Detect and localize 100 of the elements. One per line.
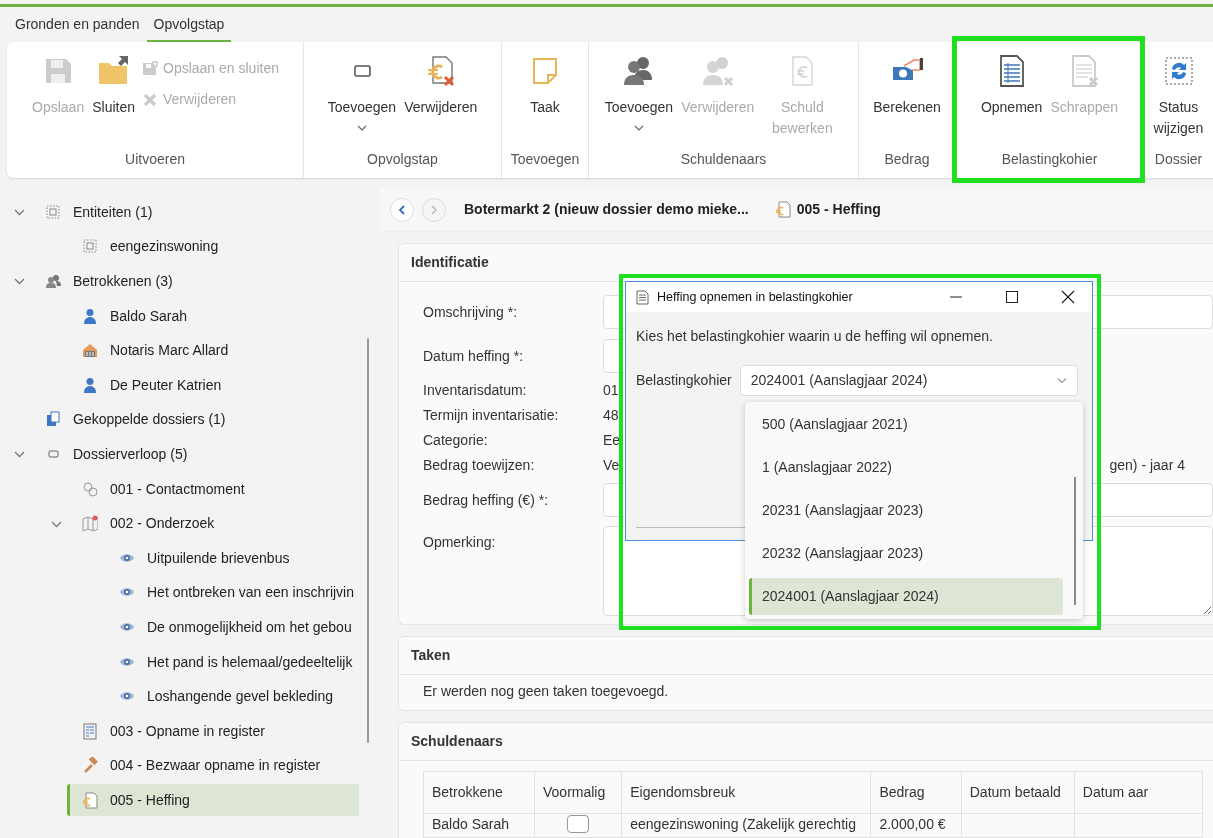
group-label: Bedrag [883,150,931,169]
chevron-icon [1056,377,1067,384]
ribbon-tab[interactable]: Gronden en panden [8,7,147,42]
document-icon [82,722,98,740]
ribbon-button[interactable]: Berekenen [870,50,944,122]
tree-item[interactable]: Betrokkenen (3) [30,265,322,298]
chevron-icon [356,124,367,132]
empty-message: Er werden nog geen taken toegevoegd. [422,682,670,701]
tree-item[interactable]: Gekoppelde dossiers (1) [30,403,322,436]
field-label: Bedrag heffing (€) *: [423,490,550,510]
entity-icon [82,238,98,256]
map-icon [82,515,98,533]
building-icon [82,342,98,360]
person-icon [82,376,98,394]
chevron-icon [633,124,644,132]
breadcrumb-item[interactable]: 005 - Heffing [796,199,881,220]
group-label: Opvolgstap [366,150,439,169]
tree-item[interactable]: Uitpuilende brievenbus [104,542,359,575]
field-value: 48 [603,406,619,425]
tree-item[interactable]: 003 - Opname in register [67,715,359,748]
dropdown-option[interactable]: 2024001 (Aanslagjaar 2024) [749,578,1063,615]
table-cell: 2.000,00 € [870,813,962,838]
chevron-icon[interactable] [13,277,25,286]
field-value: Ee [603,431,621,450]
document-icon [636,289,649,305]
close-icon [1061,290,1075,304]
group-label: Belastingkohier [1000,150,1099,169]
documents-icon [45,411,61,429]
column-header[interactable]: Datum aar [1074,771,1203,814]
entity-icon [45,203,61,221]
chevron-icon[interactable] [13,450,25,459]
dropdown-option[interactable]: 500 (Aanslagjaar 2021) [749,406,1063,443]
section-title: Taken [399,637,1213,675]
tree-item[interactable]: 004 - Bezwaar opname in register [67,749,359,782]
hammer-icon [82,757,98,775]
field-label: Belastingkohier [636,371,732,390]
cross-icon [142,91,158,108]
scrollbar[interactable] [1074,477,1076,605]
select-field[interactable]: 2024001 (Aanslagjaar 2024) [739,365,1078,396]
field-label: Datum heffing *: [423,346,525,366]
tree-item[interactable]: Baldo Sarah [67,300,359,333]
breadcrumb-item[interactable]: Botermarkt 2 (nieuw dossier demo mieke... [464,199,749,220]
tree-item[interactable]: Het ontbreken van een inschrijvin [104,576,359,609]
field-label: Bedrag toewijzen: [423,456,536,475]
ribbon-button[interactable]: Toevoegen [601,50,677,136]
column-header[interactable]: Datum betaald [961,771,1075,814]
scrollbar[interactable] [367,338,369,743]
tree-item[interactable]: Notaris Marc Allard [67,334,359,367]
column-header[interactable]: Bedrag [870,771,962,814]
ribbon-button[interactable]: Sluiten [89,50,138,122]
tree-item[interactable]: eengezinswoning [67,230,359,263]
ribbon-button[interactable]: Toevoegen [324,50,400,136]
dropdown-option[interactable]: 20232 (Aanslagjaar 2023) [749,535,1063,572]
back-icon [398,204,406,215]
ribbon-button[interactable]: Status wijzigen [1148,50,1209,143]
field-value: 01 [603,381,619,400]
field-value: Ve [603,456,620,475]
chevron-icon[interactable] [50,519,62,528]
person-icon [82,307,98,325]
tree-item[interactable]: De onmogelijkheid om het gebou [104,611,359,644]
checkbox[interactable] [567,815,590,833]
field-label: Omschrijving *: [423,302,519,322]
save-icon [142,60,158,77]
tree-item[interactable]: Entiteiten (1) [30,196,322,229]
back-button[interactable] [390,197,414,222]
euro-document-icon [774,201,791,218]
dialog-title: Heffing opnemen in belastingkohier [657,288,854,306]
field-label: Opmerking: [423,533,497,552]
tree-item[interactable]: 001 - Contactmoment [67,473,359,506]
tree-item[interactable]: Loshangende gevel bekleding [104,680,359,713]
field-label: Termijn inventarisatie: [423,406,560,425]
tree-item[interactable]: De Peuter Katrien [67,369,359,402]
column-header[interactable]: Voormalig [534,771,622,814]
people-icon [45,273,61,290]
tree-item[interactable]: 005 - Heffing [67,784,359,817]
chat-icon [82,480,98,498]
dropdown-option[interactable]: 1 (Aanslagjaar 2022) [749,449,1063,486]
euro-document-icon [82,791,98,809]
field-label: Inventarisdatum: [423,381,528,400]
field-value: gen) - jaar 4 [1109,456,1185,475]
tree-item[interactable]: Dossierverloop (5) [30,438,322,471]
column-header[interactable]: Betrokkene [423,771,535,814]
dialog-message: Kies het belastingkohier waarin u de heffing wil opnemen. [636,327,993,346]
tree-item[interactable]: 002 - Onderzoek [67,507,359,540]
group-label: Toevoegen [509,150,581,169]
dropdown-option[interactable]: 20231 (Aanslagjaar 2023) [749,492,1063,529]
group-label: Uitvoeren [124,150,186,169]
people-icon [700,54,735,88]
ribbon-button[interactable]: Opnemen [977,50,1046,122]
column-header[interactable]: Eigendomsbreuk [621,771,871,814]
maximize-icon [1006,291,1018,303]
forward-icon [430,204,438,215]
table-cell: eengezinswoning (Zakelijk gerechtig [621,813,871,838]
section-title: Schuldenaars [399,723,1213,761]
group-label: Schuldenaars [679,150,768,169]
minimize-icon [949,296,963,298]
ribbon-button[interactable]: Taak [525,50,565,122]
chevron-icon[interactable] [13,208,25,217]
tree-item[interactable]: Het pand is helemaal/gedeeltelijk [104,646,359,678]
ribbon-button[interactable]: Verwijderen [401,50,481,122]
